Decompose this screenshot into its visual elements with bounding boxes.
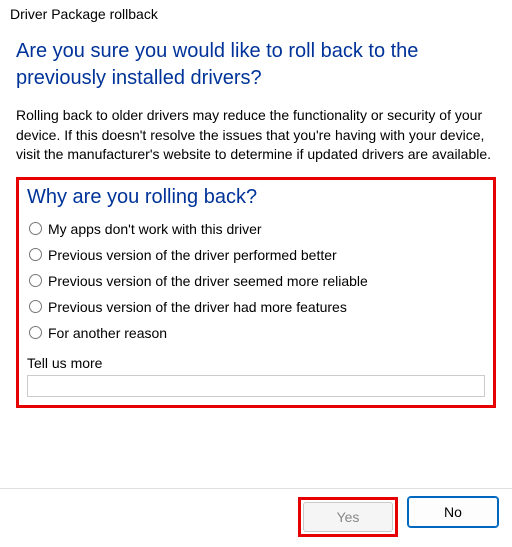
dialog-footer: Yes No: [0, 488, 512, 547]
warning-text: Rolling back to older drivers may reduce…: [16, 106, 496, 165]
yes-button[interactable]: Yes: [303, 502, 393, 532]
reason-panel: Why are you rolling back? My apps don't …: [16, 177, 496, 408]
radio-input[interactable]: [29, 248, 42, 261]
radio-label: For another reason: [48, 325, 167, 341]
yes-highlight: Yes: [298, 497, 398, 537]
radio-input[interactable]: [29, 222, 42, 235]
radio-label: Previous version of the driver performed…: [48, 247, 337, 263]
no-button[interactable]: No: [408, 497, 498, 527]
radio-input[interactable]: [29, 274, 42, 287]
main-heading: Are you sure you would like to roll back…: [16, 38, 496, 92]
dialog-window: Driver Package rollback Are you sure you…: [0, 0, 512, 547]
radio-input[interactable]: [29, 300, 42, 313]
radio-input[interactable]: [29, 326, 42, 339]
radio-option[interactable]: Previous version of the driver seemed mo…: [29, 273, 485, 289]
radio-label: My apps don't work with this driver: [48, 221, 262, 237]
radio-label: Previous version of the driver seemed mo…: [48, 273, 368, 289]
tellus-label: Tell us more: [27, 355, 485, 371]
radio-option[interactable]: For another reason: [29, 325, 485, 341]
window-title: Driver Package rollback: [0, 0, 512, 26]
reason-radio-group: My apps don't work with this driver Prev…: [27, 221, 485, 341]
reason-heading: Why are you rolling back?: [27, 186, 485, 209]
radio-option[interactable]: Previous version of the driver had more …: [29, 299, 485, 315]
dialog-content: Are you sure you would like to roll back…: [0, 26, 512, 482]
tellus-input[interactable]: [27, 375, 485, 397]
radio-option[interactable]: My apps don't work with this driver: [29, 221, 485, 237]
radio-label: Previous version of the driver had more …: [48, 299, 347, 315]
radio-option[interactable]: Previous version of the driver performed…: [29, 247, 485, 263]
